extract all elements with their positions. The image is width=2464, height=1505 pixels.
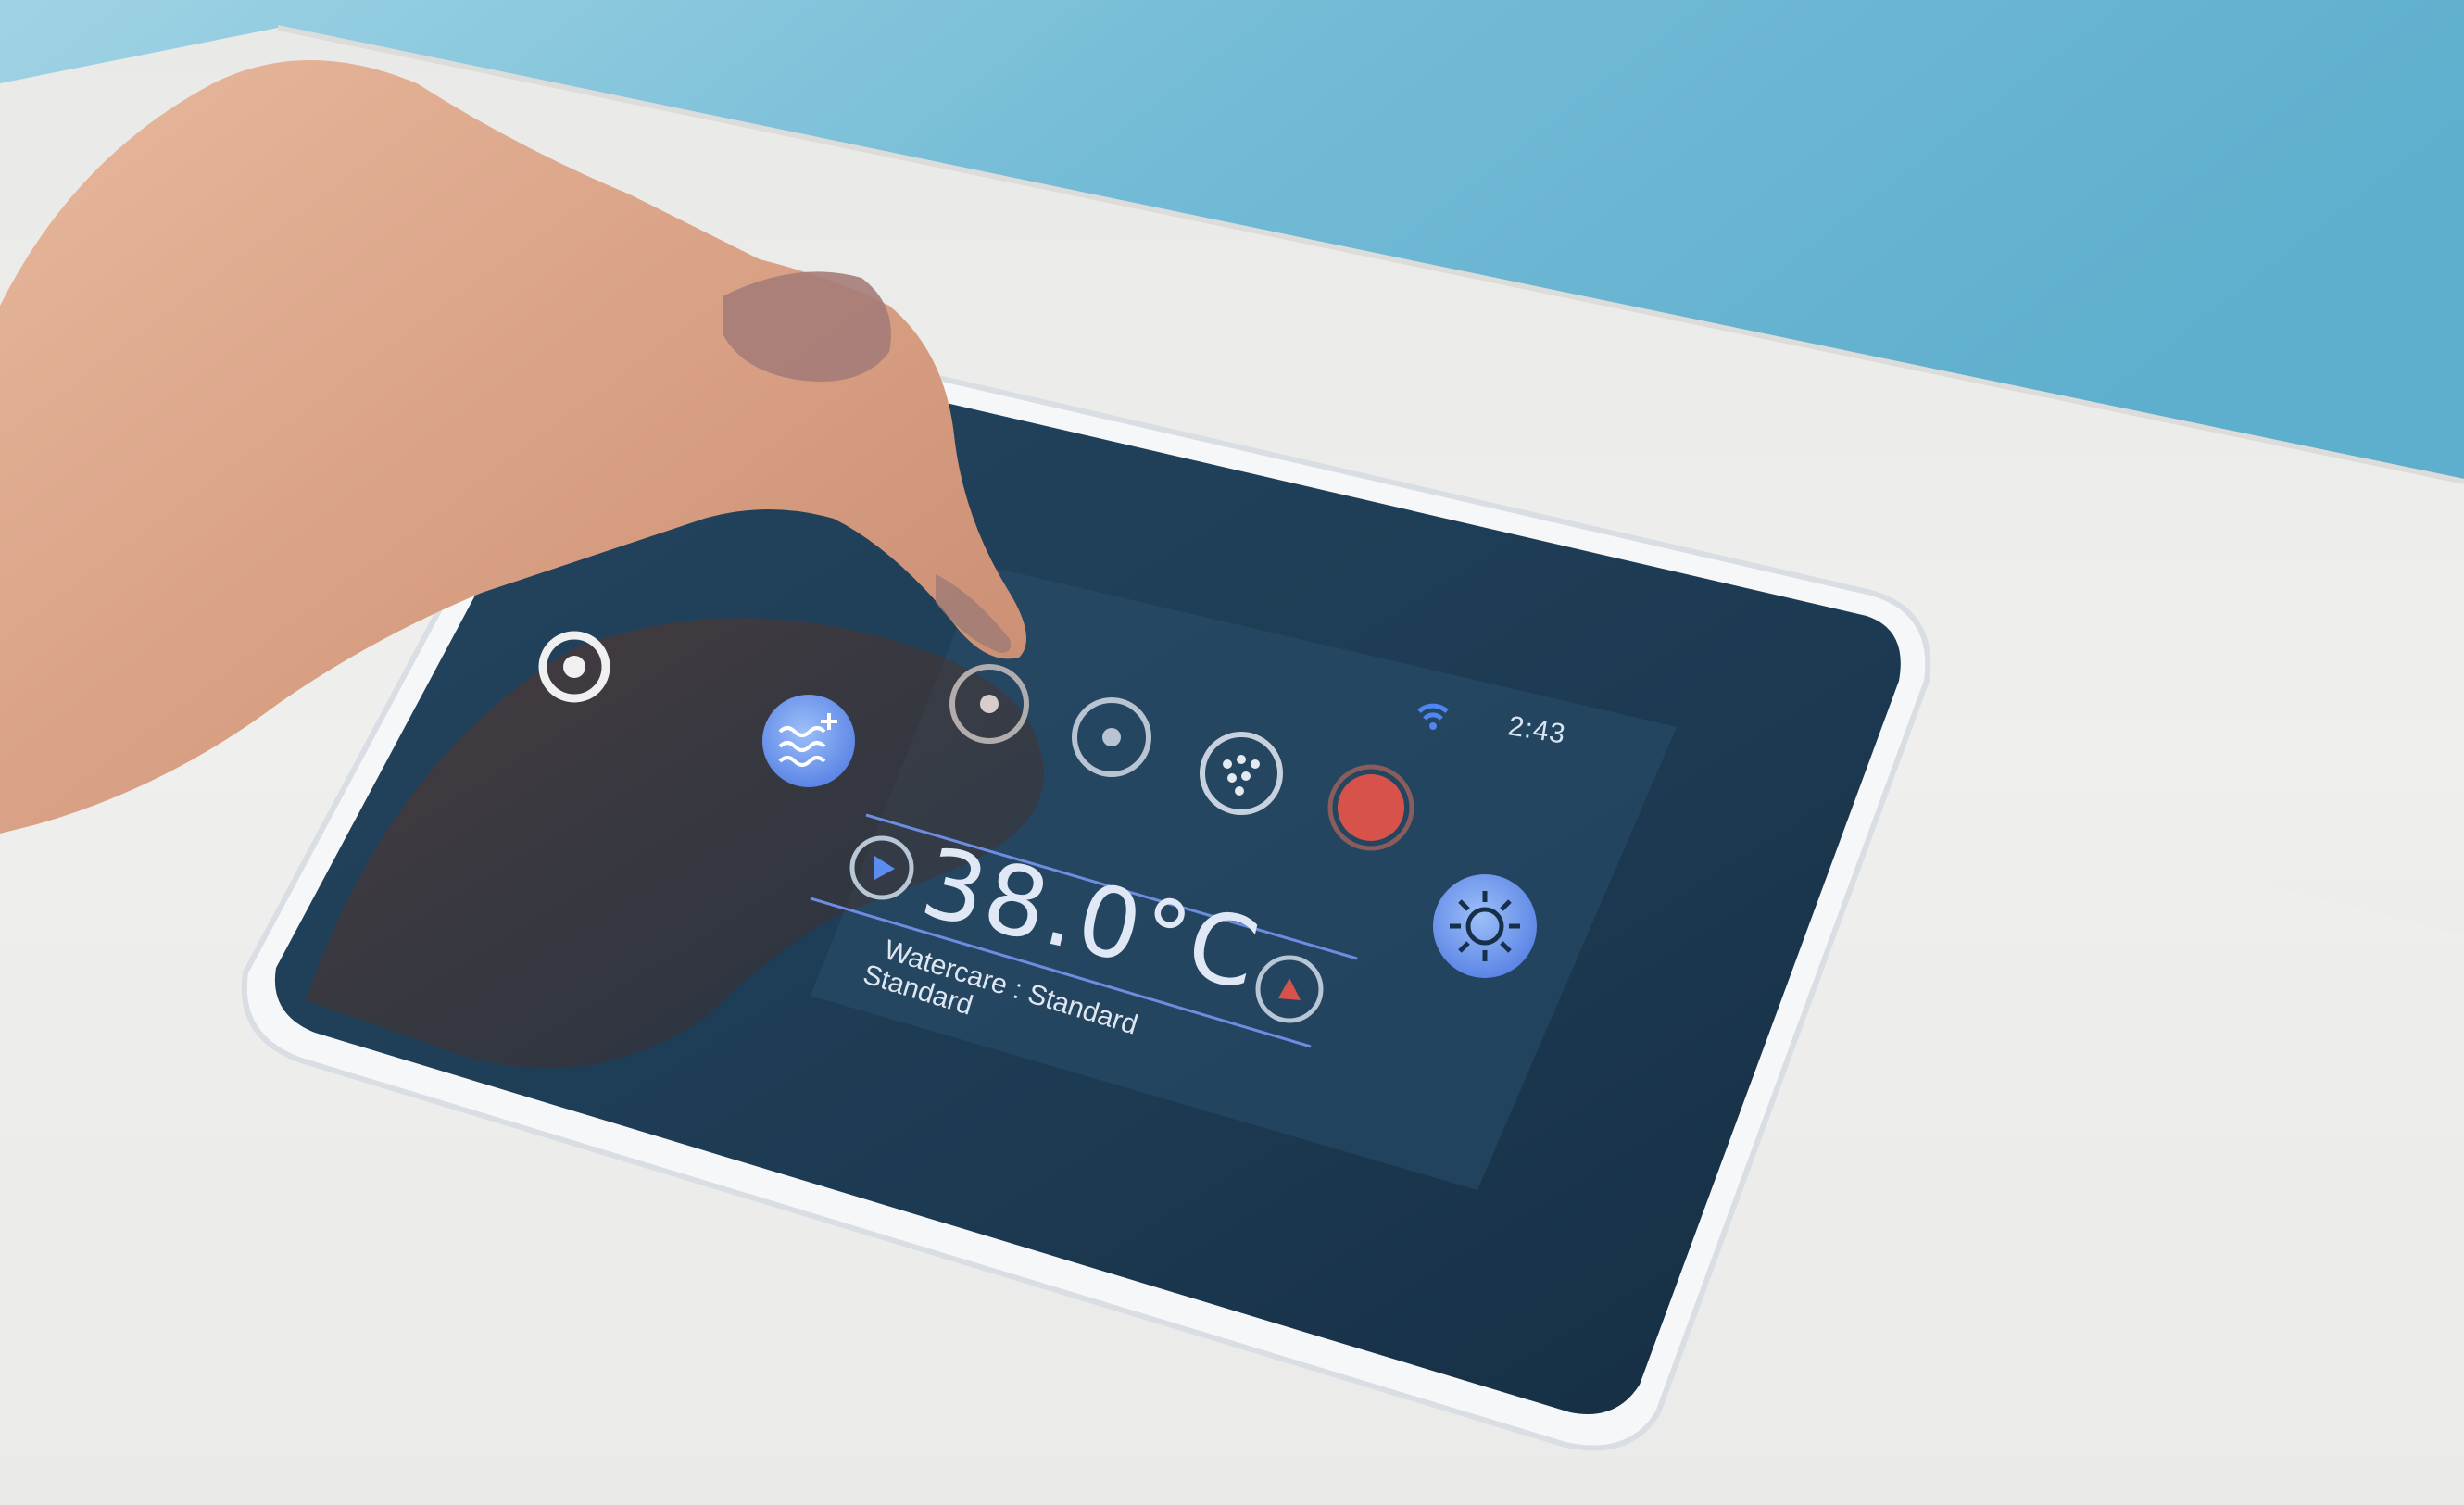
spa-control-photo: 2:43 38.0°C Watercare : Standard Standar… bbox=[0, 0, 2464, 1505]
stop-red-button-icon[interactable] bbox=[1327, 764, 1414, 851]
light-sun-icon[interactable] bbox=[1433, 874, 1537, 978]
scene-illustration bbox=[0, 0, 2464, 1505]
water-waves-plus-icon[interactable] bbox=[762, 695, 855, 787]
